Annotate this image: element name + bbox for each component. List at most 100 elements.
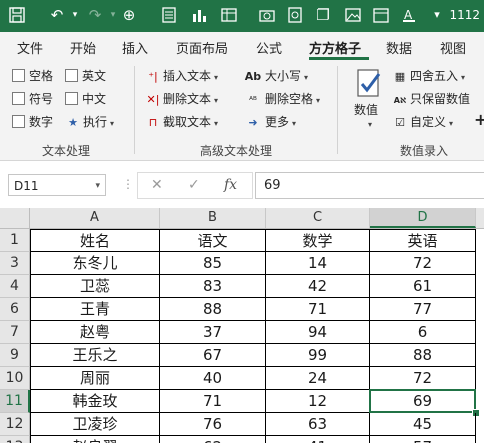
- table-cell[interactable]: 数学: [266, 229, 370, 252]
- resize-handle-icon[interactable]: ⋮: [122, 177, 134, 191]
- execute-button[interactable]: ★ 执行 ▾: [65, 114, 114, 132]
- table-cell[interactable]: 英语: [370, 229, 476, 252]
- table-cell[interactable]: 24: [266, 367, 370, 390]
- redo-icon[interactable]: ↷: [86, 6, 104, 24]
- checkbox-english[interactable]: 英文: [65, 68, 106, 84]
- table-cell[interactable]: 语文: [160, 229, 266, 252]
- table-cell[interactable]: 88: [370, 344, 476, 367]
- table-cell[interactable]: 88: [160, 298, 266, 321]
- table-cell[interactable]: 姓名: [30, 229, 160, 252]
- checkbox-number[interactable]: 数字: [12, 114, 53, 130]
- row-header[interactable]: 11: [0, 390, 30, 413]
- tab-data[interactable]: 数据: [386, 38, 412, 57]
- table-cell[interactable]: 14: [266, 252, 370, 275]
- row-header[interactable]: 10: [0, 367, 30, 390]
- row-header[interactable]: 7: [0, 321, 30, 344]
- table-icon[interactable]: [220, 6, 238, 24]
- row-header[interactable]: 12: [0, 413, 30, 436]
- tab-view[interactable]: 视图: [440, 38, 466, 57]
- cancel-icon[interactable]: ✕: [151, 177, 163, 193]
- table-cell[interactable]: 71: [160, 390, 266, 413]
- row-header[interactable]: 13: [0, 436, 30, 443]
- column-header-d[interactable]: D: [370, 208, 476, 228]
- table-cell[interactable]: 72: [370, 367, 476, 390]
- table-cell[interactable]: 韩金玫: [30, 390, 160, 413]
- insert-text-button[interactable]: ⁺| 插入文本 ▾: [145, 68, 218, 86]
- insert-icon[interactable]: ⊕: [120, 6, 138, 24]
- column-header-b[interactable]: B: [160, 208, 266, 228]
- table-cell[interactable]: 99: [266, 344, 370, 367]
- table-cell[interactable]: 83: [160, 275, 266, 298]
- row-header[interactable]: 9: [0, 344, 30, 367]
- delete-text-button[interactable]: ✕| 删除文本 ▾: [145, 91, 219, 109]
- table-cell[interactable]: 76: [160, 413, 266, 436]
- row-header[interactable]: 6: [0, 298, 30, 321]
- tab-file[interactable]: 文件: [17, 38, 43, 57]
- table-cell[interactable]: 77: [370, 298, 476, 321]
- tab-fangfanggezi[interactable]: 方方格子: [309, 38, 361, 57]
- table-cell[interactable]: 王乐之: [30, 344, 160, 367]
- table-cell[interactable]: 卫蕊: [30, 275, 160, 298]
- table-cell[interactable]: 12: [266, 390, 370, 413]
- formula-input[interactable]: 69: [255, 172, 484, 199]
- round-button[interactable]: ▦ 四舍五入 ▾: [392, 68, 465, 86]
- value-button[interactable]: 数值 ▾: [352, 66, 386, 138]
- table-cell[interactable]: 42: [266, 275, 370, 298]
- table-cell[interactable]: 卫凌珍: [30, 413, 160, 436]
- tab-home[interactable]: 开始: [70, 38, 96, 57]
- table-cell[interactable]: 94: [266, 321, 370, 344]
- table-cell[interactable]: 69: [370, 390, 476, 413]
- name-box[interactable]: D11 ▾: [8, 174, 106, 196]
- row-header[interactable]: 3: [0, 252, 30, 275]
- case-button[interactable]: Ab 大小写 ▾: [243, 68, 308, 86]
- table-cell[interactable]: 赵良翠: [30, 436, 160, 443]
- save-icon[interactable]: [8, 6, 26, 24]
- table-cell[interactable]: 赵粤: [30, 321, 160, 344]
- table-cell[interactable]: 周丽: [30, 367, 160, 390]
- expand-plus-icon[interactable]: +: [474, 112, 484, 128]
- table-cell[interactable]: 40: [160, 367, 266, 390]
- column-header-a[interactable]: A: [30, 208, 160, 228]
- table-cell[interactable]: 东冬儿: [30, 252, 160, 275]
- print-preview-icon[interactable]: [286, 6, 304, 24]
- chart-icon[interactable]: [190, 6, 208, 24]
- customize-qat-icon[interactable]: ▾: [428, 6, 446, 24]
- table-cell[interactable]: 62: [160, 436, 266, 443]
- more-button[interactable]: ➜ 更多 ▾: [243, 114, 296, 132]
- table-cell[interactable]: 6: [370, 321, 476, 344]
- select-all-corner[interactable]: [0, 208, 30, 228]
- tab-page-layout[interactable]: 页面布局: [176, 38, 228, 57]
- checkbox-chinese[interactable]: 中文: [65, 91, 106, 107]
- confirm-icon[interactable]: ✓: [188, 177, 200, 193]
- extract-text-button[interactable]: ⊓ 截取文本 ▾: [145, 114, 218, 132]
- row-header[interactable]: 4: [0, 275, 30, 298]
- table-cell[interactable]: 71: [266, 298, 370, 321]
- tab-insert[interactable]: 插入: [122, 38, 148, 57]
- table-cell[interactable]: 45: [370, 413, 476, 436]
- insert-function-icon[interactable]: fx: [224, 177, 237, 193]
- text-color-icon[interactable]: A: [400, 6, 418, 24]
- keep-value-button[interactable]: Aℵ 只保留数值: [392, 91, 470, 109]
- table-cell[interactable]: 85: [160, 252, 266, 275]
- table-cell[interactable]: 67: [160, 344, 266, 367]
- tab-formulas[interactable]: 公式: [256, 38, 282, 57]
- table-cell[interactable]: 63: [266, 413, 370, 436]
- undo-icon[interactable]: ↶: [48, 6, 66, 24]
- table-cell[interactable]: 41: [266, 436, 370, 443]
- row-header[interactable]: 1: [0, 229, 30, 252]
- copy-icon[interactable]: ❐: [314, 6, 332, 24]
- custom-button[interactable]: ☑ 自定义 ▾: [392, 114, 453, 132]
- checkbox-space[interactable]: 空格: [12, 68, 53, 84]
- checkbox-symbol[interactable]: 符号: [12, 91, 53, 107]
- delete-space-button[interactable]: ᴬᴮ 删除空格 ▾: [243, 91, 320, 109]
- table-cell[interactable]: 72: [370, 252, 476, 275]
- table-cell[interactable]: 王青: [30, 298, 160, 321]
- column-header-c[interactable]: C: [266, 208, 370, 228]
- calendar-icon[interactable]: [372, 6, 390, 24]
- camera-icon[interactable]: [258, 6, 276, 24]
- undo-dropdown-icon[interactable]: ▾: [66, 6, 84, 24]
- table-cell[interactable]: 37: [160, 321, 266, 344]
- table-cell[interactable]: 57: [370, 436, 476, 443]
- image-icon[interactable]: [344, 6, 362, 24]
- table-cell[interactable]: 61: [370, 275, 476, 298]
